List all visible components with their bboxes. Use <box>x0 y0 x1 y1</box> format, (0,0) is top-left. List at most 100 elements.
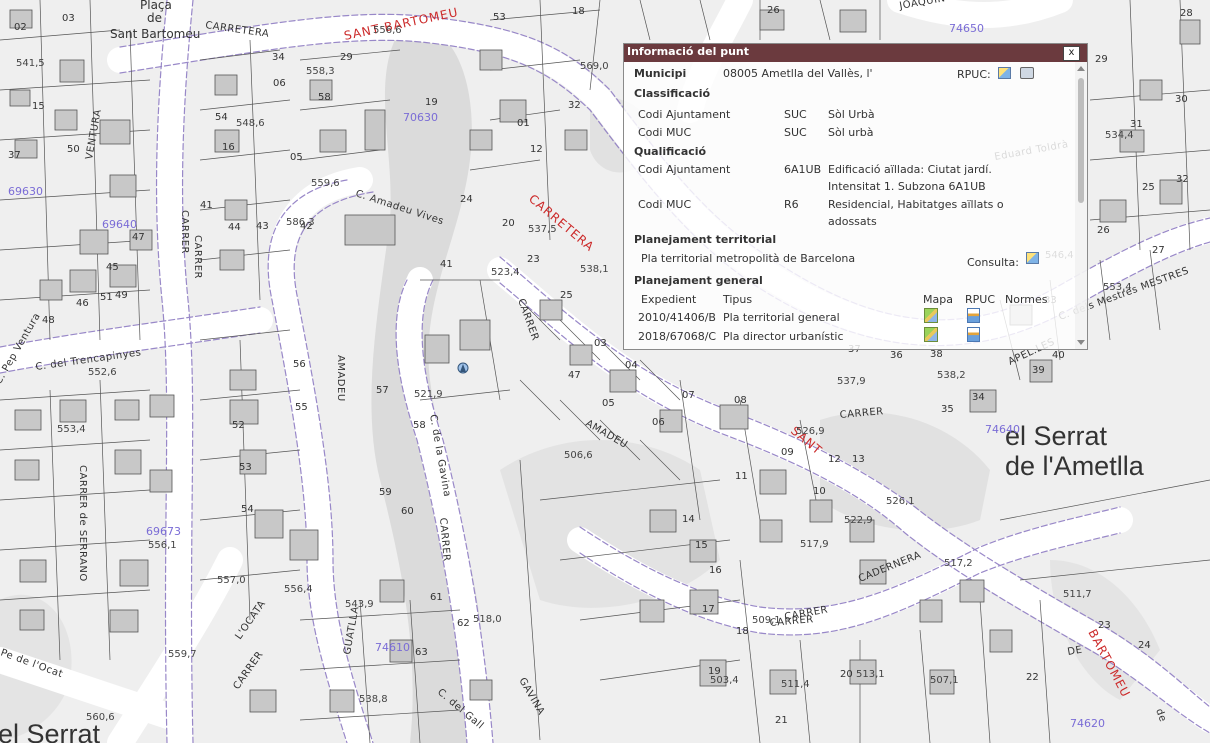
parcel-number: 32 <box>1176 174 1189 185</box>
classificacio-header: Classificació <box>634 87 711 100</box>
altitude-label: 548,6 <box>236 118 265 129</box>
parcel-number: 40 <box>1052 350 1065 361</box>
tipus-value: Pla territorial general <box>723 311 840 324</box>
altitude-label: 507,1 <box>930 675 959 686</box>
altitude-label: 553,4 <box>57 424 86 435</box>
parcel-number: 60 <box>401 506 414 517</box>
col-expedient: Expedient <box>641 293 697 306</box>
mapa-icon[interactable] <box>924 327 938 342</box>
altitude-label: 541,5 <box>16 58 45 69</box>
parcel-number: 27 <box>1152 245 1165 256</box>
parcel-number: 12 <box>828 454 841 465</box>
col-tipus: Tipus <box>723 293 753 306</box>
qual-row-desc: adossats <box>828 215 877 228</box>
parcel-number: 07 <box>682 390 695 401</box>
parcel-number: 20 <box>840 669 853 680</box>
parcel-number: 02 <box>14 22 27 33</box>
rpuc-document-icon[interactable] <box>967 308 980 323</box>
parcel-number: 16 <box>709 565 722 576</box>
altitude-label: 558,3 <box>306 66 335 77</box>
municipi-value: 08005 Ametlla del Vallès, l' <box>723 67 873 80</box>
parcel-number: 21 <box>775 715 788 726</box>
map-document-icon[interactable] <box>998 67 1011 79</box>
parcel-number: 14 <box>682 514 695 525</box>
parcel-number: 17 <box>702 604 715 615</box>
parcel-number: 34 <box>272 52 285 63</box>
parcel-number: 54 <box>215 112 228 123</box>
municipi-label: Municipi <box>634 67 687 80</box>
parcel-number: 28 <box>1180 8 1193 19</box>
parcel-number: 36 <box>890 350 903 361</box>
qual-row-label: Codi Ajuntament <box>638 163 731 176</box>
altitude-label: 559,6 <box>311 178 340 189</box>
parcel-number: 15 <box>32 101 45 112</box>
parcel-number: 41 <box>440 259 453 270</box>
parcel-number: 58 <box>318 92 331 103</box>
tipus-value: Pla director urbanístic <box>723 330 844 343</box>
altitude-label: 538,8 <box>359 694 388 705</box>
parcel-number: 43 <box>256 221 269 232</box>
parcel-number: 22 <box>1026 672 1039 683</box>
parcel-number: 05 <box>290 152 303 163</box>
altitude-label: 543,9 <box>345 599 374 610</box>
popup-scrollbar[interactable] <box>1075 62 1087 349</box>
parcel-number: 05 <box>602 398 615 409</box>
parcel-number: 18 <box>572 6 585 17</box>
altitude-label: 538,2 <box>937 370 966 381</box>
parcel-number: 03 <box>594 338 607 349</box>
altitude-label: 523,4 <box>491 267 520 278</box>
scroll-up-icon[interactable] <box>1077 66 1085 71</box>
altitude-label: 526,1 <box>886 496 915 507</box>
consulta-icon[interactable] <box>1026 252 1039 264</box>
altitude-label: 556,6 <box>373 25 402 36</box>
scroll-thumb[interactable] <box>1078 78 1084 203</box>
parcel-number: 38 <box>930 349 943 360</box>
altitude-label: 526,9 <box>796 426 825 437</box>
parcel-number: 23 <box>1098 620 1111 631</box>
parcel-number: 34 <box>972 392 985 403</box>
parcel-number: 58 <box>413 420 426 431</box>
parcel-number: 53 <box>239 462 252 473</box>
parcel-number: 20 <box>502 218 515 229</box>
parcel-number: 61 <box>430 592 443 603</box>
parcel-number: 41 <box>200 200 213 211</box>
parcel-number: 08 <box>734 395 747 406</box>
selected-point-marker[interactable] <box>457 362 469 374</box>
altitude-label: 511,7 <box>1063 589 1092 600</box>
rpuc-document-icon[interactable] <box>967 327 980 342</box>
popup-titlebar[interactable]: Informació del punt x <box>624 44 1087 62</box>
parcel-number: 25 <box>1142 182 1155 193</box>
altitude-label: 556,1 <box>148 540 177 551</box>
territorial-header: Planejament territorial <box>634 233 777 246</box>
altitude-label: 560,6 <box>86 712 115 723</box>
parcel-number: 13 <box>852 454 865 465</box>
place-label: de l'Ametlla <box>1005 451 1145 481</box>
parcel-number: 31 <box>1130 119 1143 130</box>
altitude-label: 537,5 <box>528 224 557 235</box>
consulta-label: Consulta: <box>967 256 1019 269</box>
altitude-label: 509,1 <box>752 615 781 626</box>
close-button[interactable]: x <box>1063 46 1080 61</box>
col-mapa: Mapa <box>923 293 953 306</box>
parcel-number: 15 <box>695 540 708 551</box>
parcel-number: 30 <box>1175 94 1188 105</box>
altitude-label: 586,3 <box>286 217 315 228</box>
parcel-number: 12 <box>530 144 543 155</box>
parcel-number: 55 <box>295 402 308 413</box>
parcel-number: 57 <box>376 385 389 396</box>
class-row-desc: Sòl Urbà <box>828 108 875 121</box>
altitude-label: 553,4 <box>1103 282 1132 293</box>
parcel-number: 32 <box>568 100 581 111</box>
col-rpuc: RPUC <box>965 293 996 306</box>
scroll-down-icon[interactable] <box>1077 340 1085 345</box>
mapa-icon[interactable] <box>924 308 938 323</box>
qual-row-code: R6 <box>784 198 799 211</box>
parcel-number: 04 <box>625 360 638 371</box>
popup-body: Municipi 08005 Ametlla del Vallès, l' RP… <box>624 62 1074 349</box>
qual-row-code: 6A1UB <box>784 163 822 176</box>
street-label: CARRER <box>192 235 203 279</box>
print-icon[interactable] <box>1020 67 1034 79</box>
parcel-number: 56 <box>293 359 306 370</box>
parcel-number: 44 <box>228 222 241 233</box>
class-row-label: Codi Ajuntament <box>638 108 731 121</box>
